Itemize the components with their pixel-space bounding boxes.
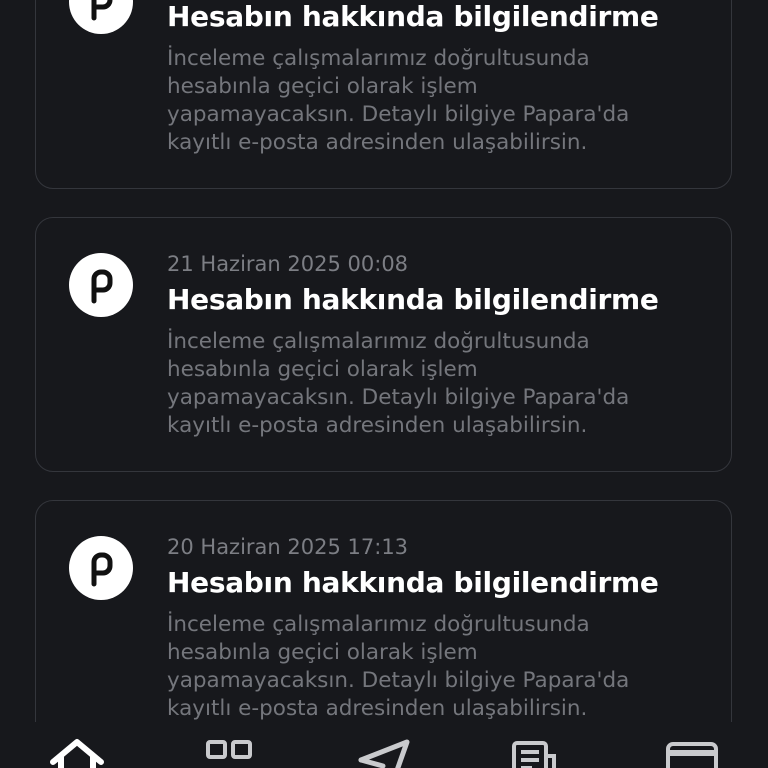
notification-title: Hesabın hakkında bilgilendirme: [167, 0, 659, 33]
send-icon: [358, 739, 410, 768]
notification-title: Hesabın hakkında bilgilendirme: [167, 566, 659, 599]
tab-home[interactable]: [47, 736, 107, 768]
papara-logo-icon: [69, 536, 133, 600]
notification-date: 21 Haziran 2025 00:08: [167, 252, 409, 276]
notification-body-line: İnceleme çalışmalarımız doğrultusunda: [167, 329, 590, 354]
tab-grid[interactable]: [200, 736, 260, 768]
notification-body-line: yapamayacaksın. Detaylı bilgiye Papara'd…: [167, 385, 630, 410]
notification-body-line: kayıtlı e-posta adresinden ulaşabilirsin…: [167, 696, 588, 721]
notification-body-line: İnceleme çalışmalarımız doğrultusunda: [167, 46, 590, 71]
document-icon: [512, 741, 556, 768]
notification-body: İnceleme çalışmalarımız doğrultusunda he…: [167, 45, 707, 157]
notification-body-line: yapamayacaksın. Detaylı bilgiye Papara'd…: [167, 102, 630, 127]
bottom-tab-bar: [0, 722, 768, 768]
notification-body-line: hesabınla geçici olarak işlem: [167, 74, 478, 99]
papara-logo-icon: [69, 253, 133, 317]
card-icon: [666, 742, 718, 768]
notifications-screen: Hesabın hakkında bilgilendirme İnceleme …: [0, 0, 768, 768]
notification-body-line: İnceleme çalışmalarımız doğrultusunda: [167, 612, 590, 637]
notification-body-line: kayıtlı e-posta adresinden ulaşabilirsin…: [167, 413, 588, 438]
notification-body-line: hesabınla geçici olarak işlem: [167, 357, 478, 382]
notification-body: İnceleme çalışmalarımız doğrultusunda he…: [167, 328, 707, 440]
notification-card[interactable]: Hesabın hakkında bilgilendirme İnceleme …: [35, 0, 732, 189]
notification-body-line: yapamayacaksın. Detaylı bilgiye Papara'd…: [167, 668, 630, 693]
home-icon: [50, 739, 104, 768]
notification-list[interactable]: Hesabın hakkında bilgilendirme İnceleme …: [0, 0, 768, 722]
grid-icon: [206, 740, 252, 759]
papara-logo-icon: [69, 0, 133, 34]
notification-body-line: kayıtlı e-posta adresinden ulaşabilirsin…: [167, 130, 588, 155]
notification-date: 20 Haziran 2025 17:13: [167, 535, 409, 559]
notification-title: Hesabın hakkında bilgilendirme: [167, 283, 659, 316]
tab-send[interactable]: [353, 736, 413, 768]
tab-cards[interactable]: [662, 736, 722, 768]
notification-body-line: hesabınla geçici olarak işlem: [167, 640, 478, 665]
notification-card[interactable]: 20 Haziran 2025 17:13 Hesabın hakkında b…: [35, 500, 732, 722]
notification-card[interactable]: 21 Haziran 2025 00:08 Hesabın hakkında b…: [35, 217, 732, 472]
tab-documents[interactable]: [506, 736, 566, 768]
notification-body: İnceleme çalışmalarımız doğrultusunda he…: [167, 611, 707, 722]
